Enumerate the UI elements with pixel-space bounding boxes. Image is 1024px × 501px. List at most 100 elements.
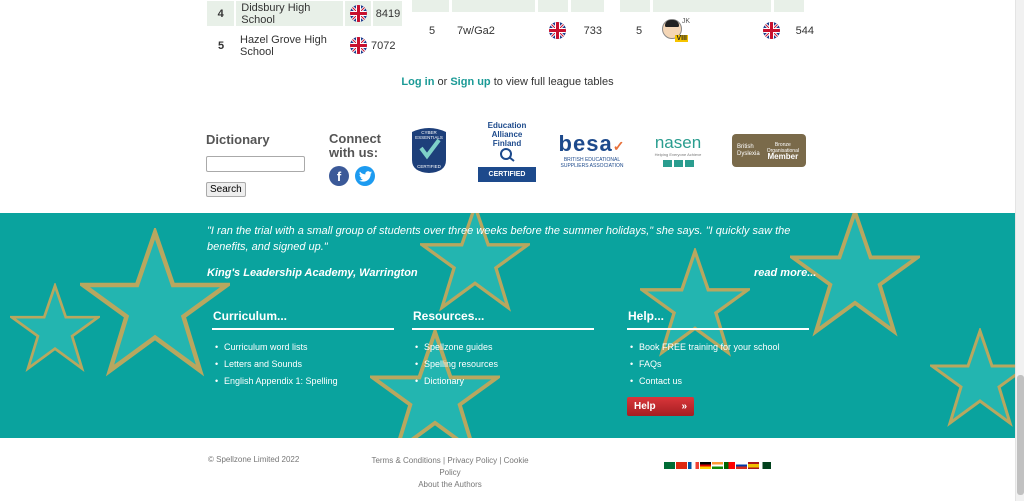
signup-link[interactable]: Sign up bbox=[450, 76, 490, 88]
pakistan-flag-icon[interactable] bbox=[760, 462, 771, 469]
bda-member: Member bbox=[767, 151, 799, 161]
score-cell: 8419 bbox=[372, 1, 402, 26]
footer-link[interactable]: Spelling resources bbox=[412, 356, 594, 373]
education-alliance-finland-logo[interactable]: Education Alliance Finland CERTIFIED bbox=[478, 121, 536, 182]
table-row-partial bbox=[620, 0, 815, 12]
nasen-logo[interactable]: nasen Helping Everyone Achieve bbox=[648, 134, 708, 167]
footer-link[interactable]: Book FREE training for your school bbox=[627, 339, 809, 356]
bda-line1: British bbox=[737, 143, 754, 150]
footer-link[interactable]: Dictionary bbox=[412, 373, 594, 390]
russia-flag-icon[interactable] bbox=[736, 462, 747, 469]
besa-mark-icon: ✓ bbox=[612, 138, 626, 154]
india-flag-icon[interactable] bbox=[712, 462, 723, 469]
social-links: f bbox=[329, 166, 381, 186]
legal-links: Terms & Conditions | Privacy Policy | Co… bbox=[370, 455, 530, 491]
connect-title-line1: Connect bbox=[329, 131, 381, 146]
avatar: JK VIII bbox=[658, 18, 758, 42]
table-row: 4 Didsbury High School 8419 bbox=[207, 0, 402, 27]
score-cell: 733 bbox=[583, 24, 602, 37]
school-name-cell: Didsbury High School bbox=[236, 1, 344, 26]
table-row-partial bbox=[412, 0, 607, 12]
footer-link[interactable]: Letters and Sounds bbox=[212, 356, 394, 373]
uk-flag-icon bbox=[542, 22, 572, 39]
cyber-text-3: CERTIFIED bbox=[417, 164, 441, 169]
student-league-table: 5 JK VIII 544 bbox=[620, 0, 815, 46]
scrollbar[interactable] bbox=[1015, 0, 1024, 501]
eaf-certified: CERTIFIED bbox=[478, 167, 536, 182]
uk-flag-icon bbox=[345, 37, 371, 54]
rank-cell: 4 bbox=[207, 1, 235, 26]
besa-logo[interactable]: besa✓ BRITISH EDUCATIONAL SUPPLIERS ASSO… bbox=[553, 131, 631, 170]
connect-title: Connect with us: bbox=[329, 132, 381, 160]
dictionary-title: Dictionary bbox=[206, 132, 270, 147]
school-name-cell: Hazel Grove High School bbox=[240, 33, 327, 58]
level-badge: VIII bbox=[675, 35, 688, 42]
star-decoration-icon bbox=[930, 328, 1015, 427]
privacy-link[interactable]: Privacy Policy bbox=[447, 456, 497, 465]
cyber-essentials-logo[interactable]: CYBER ESSENTIALS CERTIFIED bbox=[410, 126, 448, 174]
cyber-text-2: ESSENTIALS bbox=[415, 135, 443, 140]
uk-flag-icon bbox=[758, 22, 784, 39]
column-title: Help... bbox=[627, 309, 809, 330]
eaf-line1: Education bbox=[487, 121, 527, 130]
rank-cell: 5 bbox=[635, 24, 643, 37]
star-decoration-icon bbox=[10, 283, 100, 372]
dictionary-search-input[interactable] bbox=[206, 156, 305, 172]
table-row: 5 Hazel Grove High School 7072 bbox=[207, 30, 402, 61]
column-title: Resources... bbox=[412, 309, 594, 330]
rank-cell: 5 bbox=[428, 24, 436, 37]
resources-column: Resources... Spellzone guides Spelling r… bbox=[412, 309, 594, 390]
china-flag-icon[interactable] bbox=[676, 462, 687, 469]
dictionary-widget: Dictionary Search bbox=[206, 132, 305, 197]
terms-link[interactable]: Terms & Conditions bbox=[371, 456, 440, 465]
rank-cell: 5 bbox=[217, 39, 225, 52]
avatar-initials: JK bbox=[681, 18, 690, 25]
nasen-wordmark: nasen bbox=[654, 133, 702, 152]
help-button[interactable]: Help » bbox=[627, 397, 694, 416]
table-row: 5 7w/Ga2 733 bbox=[412, 15, 607, 46]
saudi-flag-icon[interactable] bbox=[664, 462, 675, 469]
eaf-line3: Finland bbox=[492, 139, 522, 148]
chevron-right-icon: » bbox=[681, 401, 687, 412]
british-dyslexia-logo[interactable]: British Dyslexia Bronze Organisational Mem… bbox=[732, 134, 806, 167]
curriculum-column: Curriculum... Curriculum word lists Lett… bbox=[212, 309, 394, 390]
scrollbar-thumb[interactable] bbox=[1017, 375, 1024, 495]
besa-wordmark: besa bbox=[558, 131, 613, 156]
copyright: © Spellzone Limited 2022 bbox=[208, 455, 300, 464]
magnifier-icon bbox=[500, 148, 515, 162]
nasen-subtitle: Helping Everyone Achieve bbox=[654, 152, 702, 157]
login-link[interactable]: Log in bbox=[401, 76, 434, 88]
connect-title-line2: with us: bbox=[329, 145, 379, 160]
table-row: 5 JK VIII 544 bbox=[620, 15, 815, 46]
portugal-flag-icon[interactable] bbox=[724, 462, 735, 469]
germany-flag-icon[interactable] bbox=[700, 462, 711, 469]
eaf-line2: Alliance bbox=[491, 130, 523, 139]
footer-link[interactable]: Contact us bbox=[627, 373, 809, 390]
twitter-icon[interactable] bbox=[355, 166, 375, 186]
france-flag-icon[interactable] bbox=[688, 462, 699, 469]
score-cell: 544 bbox=[795, 24, 814, 37]
dictionary-search-button[interactable]: Search bbox=[206, 182, 246, 197]
footer-link[interactable]: FAQs bbox=[627, 356, 809, 373]
login-prompt: Log in or Sign up to view full league ta… bbox=[0, 76, 1015, 88]
facebook-icon[interactable]: f bbox=[329, 166, 349, 186]
class-league-table: 5 7w/Ga2 733 bbox=[412, 0, 607, 46]
column-title: Curriculum... bbox=[212, 309, 394, 330]
language-flags bbox=[664, 462, 771, 469]
footer-link[interactable]: Curriculum word lists bbox=[212, 339, 394, 356]
login-or-text: or bbox=[434, 76, 451, 88]
page: 4 Didsbury High School 8419 5 Hazel Grov… bbox=[0, 0, 1024, 501]
uk-flag-icon bbox=[345, 1, 371, 26]
help-button-label: Help bbox=[634, 401, 656, 412]
student-avatar-icon: JK VIII bbox=[662, 18, 690, 42]
nasen-bars-icon bbox=[648, 160, 708, 167]
read-more-link[interactable]: read more... bbox=[754, 267, 816, 279]
bda-line2: Dyslexia bbox=[737, 150, 760, 157]
spain-flag-icon[interactable] bbox=[748, 462, 759, 469]
footer-link[interactable]: English Appendix 1: Spelling bbox=[212, 373, 394, 390]
footer-band: "I ran the trial with a small group of s… bbox=[0, 213, 1015, 438]
besa-subtitle: BRITISH EDUCATIONAL SUPPLIERS ASSOCIATIO… bbox=[560, 157, 624, 169]
testimonial-source: King's Leadership Academy, Warrington bbox=[207, 267, 418, 279]
footer-link[interactable]: Spellzone guides bbox=[412, 339, 594, 356]
about-authors-link[interactable]: About the Authors bbox=[418, 480, 482, 489]
